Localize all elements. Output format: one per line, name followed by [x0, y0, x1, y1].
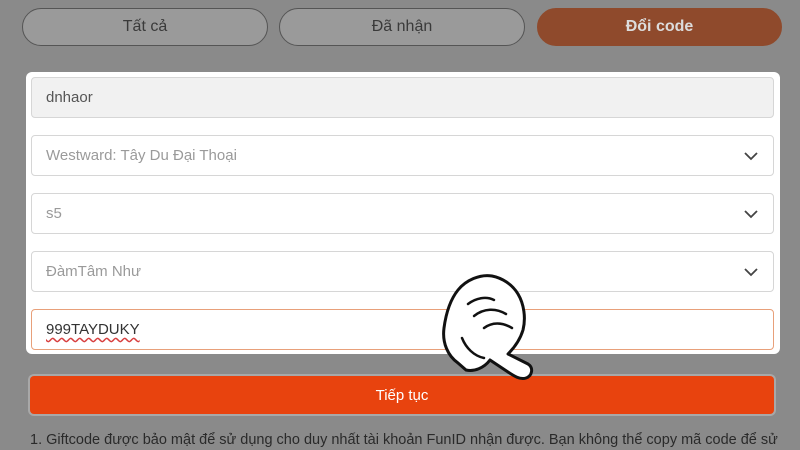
account-field[interactable]: dnhaor	[31, 77, 774, 118]
giftcode-input[interactable]: 999TAYDUKY	[31, 309, 774, 350]
game-select-value: Westward: Tây Du Đại Thoại	[46, 147, 237, 164]
hand-pointer-icon	[442, 274, 534, 380]
character-select-value: ĐàmTâm Như	[46, 263, 142, 280]
giftcode-value: 999TAYDUKY	[46, 321, 140, 338]
tab-received[interactable]: Đã nhận	[279, 8, 525, 46]
tab-received-label: Đã nhận	[371, 18, 433, 35]
chevron-down-icon	[744, 210, 758, 219]
continue-button[interactable]: Tiếp tục	[30, 376, 774, 414]
server-select[interactable]: s5	[31, 193, 774, 234]
tab-all[interactable]: Tất cả	[22, 8, 268, 46]
account-value: dnhaor	[46, 89, 93, 106]
server-select-value: s5	[46, 205, 62, 222]
chevron-down-icon	[744, 152, 758, 161]
tab-redeem-code-label: Đổi code	[625, 18, 694, 35]
tab-all-label: Tất cả	[122, 18, 168, 35]
tab-redeem-code[interactable]: Đổi code	[537, 8, 782, 46]
continue-button-label: Tiếp tục	[375, 386, 429, 404]
redeem-form-panel: dnhaor Westward: Tây Du Đại Thoại s5 Đàm…	[26, 72, 780, 354]
game-select[interactable]: Westward: Tây Du Đại Thoại	[31, 135, 774, 176]
note-line-1: 1. Giftcode được bảo mật để sử dụng cho …	[30, 432, 778, 448]
character-select[interactable]: ĐàmTâm Như	[31, 251, 774, 292]
chevron-down-icon	[744, 268, 758, 277]
